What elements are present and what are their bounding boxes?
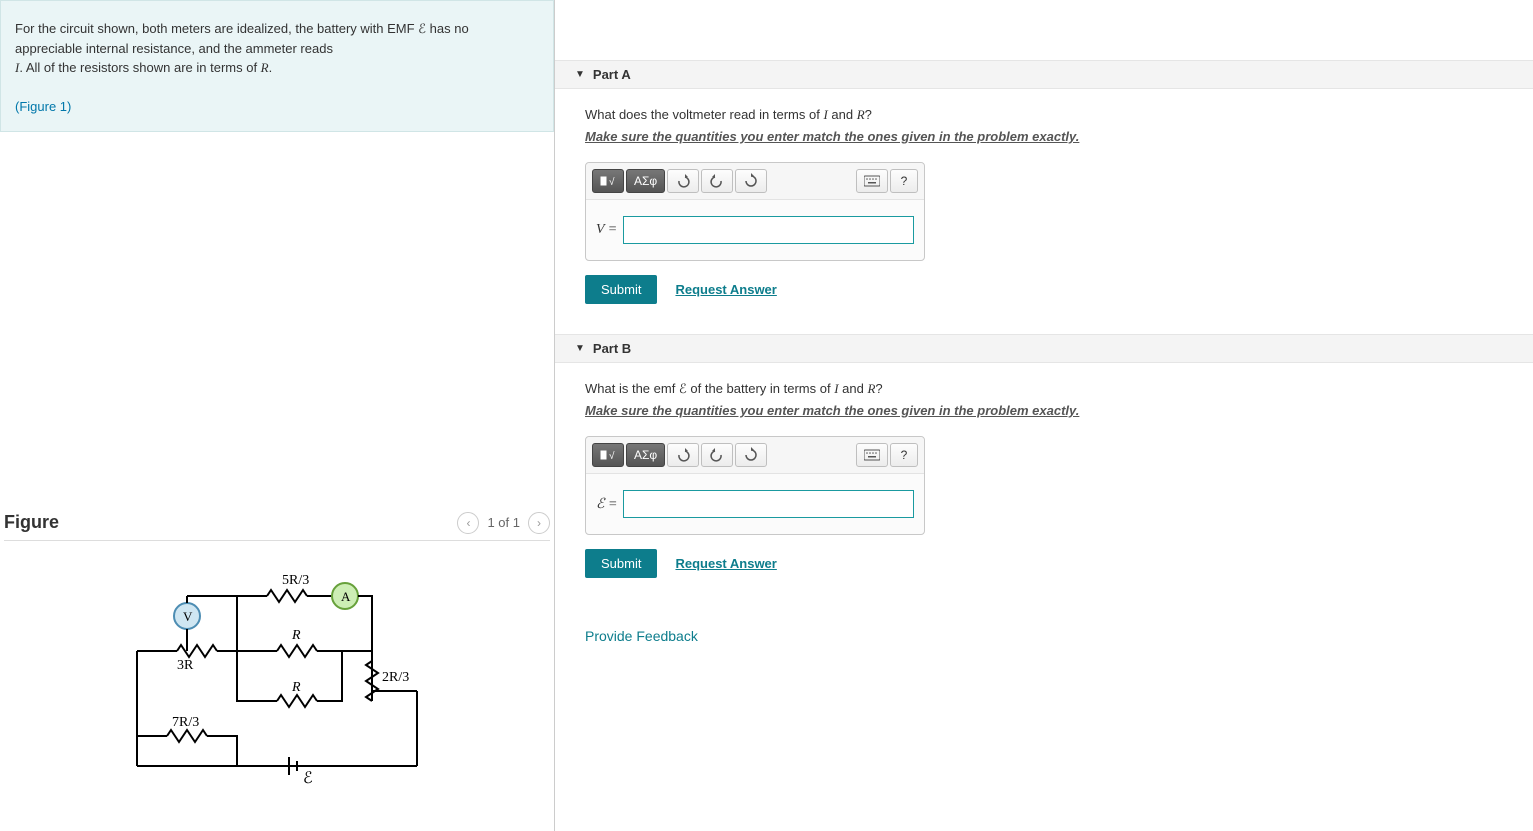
figure-prev-button[interactable]: ‹	[457, 512, 479, 534]
part-b-var-label: ℰ =	[596, 496, 617, 513]
part-a-submit-button[interactable]: Submit	[585, 275, 657, 304]
label-R-top: R	[291, 628, 301, 643]
resistance-symbol: R	[261, 60, 269, 75]
part-b-answer-input[interactable]	[623, 490, 914, 518]
redo-button[interactable]	[701, 443, 733, 467]
part-a-header[interactable]: ▼ Part A	[555, 60, 1533, 89]
label-emf: ℰ	[303, 770, 313, 787]
problem-statement: For the circuit shown, both meters are i…	[0, 0, 554, 132]
label-ammeter: A	[341, 589, 351, 604]
part-b-hint: Make sure the quantities you enter match…	[585, 403, 1503, 418]
template-picker-button[interactable]: √	[592, 169, 624, 193]
reset-button[interactable]	[735, 169, 767, 193]
part-b-submit-button[interactable]: Submit	[585, 549, 657, 578]
part-b-answer-box: √ ΑΣφ ?	[585, 436, 925, 535]
greek-letters-button[interactable]: ΑΣφ	[626, 443, 665, 467]
undo-button[interactable]	[667, 443, 699, 467]
problem-text-1: For the circuit shown, both meters are i…	[15, 21, 418, 36]
part-a-title: Part A	[593, 67, 631, 82]
template-picker-button[interactable]: √	[592, 443, 624, 467]
caret-down-icon: ▼	[575, 343, 585, 354]
greek-letters-button[interactable]: ΑΣφ	[626, 169, 665, 193]
help-button[interactable]: ?	[890, 169, 918, 193]
part-b-header[interactable]: ▼ Part B	[555, 334, 1533, 363]
circuit-diagram: 3R 5R/3 R R 2R/3 7R/3 ℰ V A	[117, 561, 437, 794]
svg-text:√: √	[609, 450, 615, 462]
provide-feedback-link[interactable]: Provide Feedback	[555, 608, 1533, 664]
label-2R3: 2R/3	[382, 670, 409, 685]
reset-button[interactable]	[735, 443, 767, 467]
part-a-hint: Make sure the quantities you enter match…	[585, 129, 1503, 144]
label-voltmeter: V	[183, 609, 193, 624]
part-b-question: What is the emf ℰ of the battery in term…	[585, 381, 1503, 397]
figure-next-button[interactable]: ›	[528, 512, 550, 534]
part-a-answer-box: √ ΑΣφ ?	[585, 162, 925, 261]
keyboard-button[interactable]	[856, 443, 888, 467]
figure-page: 1 of 1	[487, 515, 520, 530]
help-button[interactable]: ?	[890, 443, 918, 467]
problem-period: .	[269, 60, 273, 75]
svg-text:√: √	[609, 176, 615, 188]
figure-title: Figure	[4, 512, 59, 533]
figure-link[interactable]: (Figure 1)	[15, 99, 71, 114]
label-5R3: 5R/3	[282, 573, 309, 588]
undo-button[interactable]	[667, 169, 699, 193]
redo-button[interactable]	[701, 169, 733, 193]
part-b-title: Part B	[593, 341, 631, 356]
part-a-question: What does the voltmeter read in terms of…	[585, 107, 1503, 123]
problem-text-3: . All of the resistors shown are in term…	[19, 60, 260, 75]
label-7R3: 7R/3	[172, 715, 199, 730]
keyboard-button[interactable]	[856, 169, 888, 193]
label-3R: 3R	[177, 658, 194, 673]
part-b-request-answer[interactable]: Request Answer	[675, 556, 776, 571]
emf-symbol: ℰ	[418, 21, 426, 36]
caret-down-icon: ▼	[575, 69, 585, 80]
part-a-answer-input[interactable]	[623, 216, 914, 244]
part-a-var-label: V =	[596, 222, 617, 238]
part-a-request-answer[interactable]: Request Answer	[675, 282, 776, 297]
label-R-mid: R	[291, 680, 301, 695]
